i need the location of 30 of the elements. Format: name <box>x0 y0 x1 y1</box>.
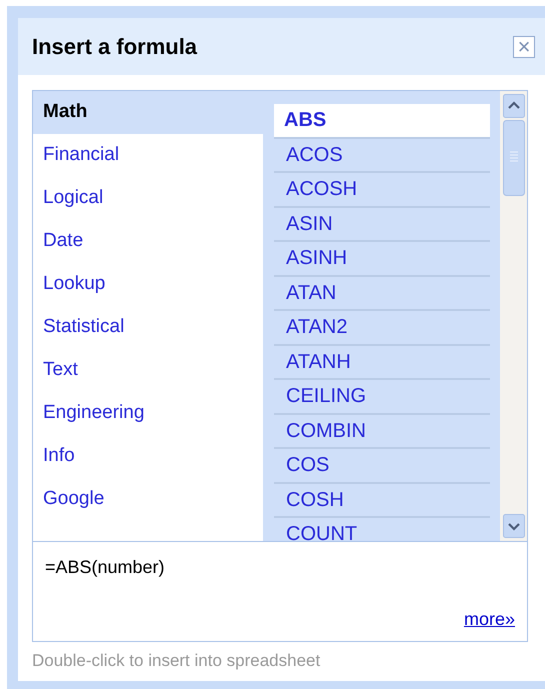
dialog-title: Insert a formula <box>32 33 198 61</box>
function-item[interactable]: CEILING <box>274 380 490 414</box>
function-item[interactable]: ACOS <box>274 138 490 173</box>
category-item[interactable]: Engineering <box>33 392 263 435</box>
category-item[interactable]: Google <box>33 478 263 521</box>
function-item[interactable]: COS <box>274 449 490 484</box>
function-item[interactable]: ACOSH <box>274 173 490 208</box>
scroll-down-button[interactable] <box>502 514 524 538</box>
function-item[interactable]: ASINH <box>274 242 490 276</box>
formula-syntax: =ABS(number) <box>45 556 166 579</box>
category-item[interactable]: Lookup <box>33 263 263 306</box>
category-item[interactable]: Math <box>33 91 263 134</box>
category-item[interactable]: Statistical <box>33 306 263 349</box>
function-item[interactable]: ATAN2 <box>274 311 490 346</box>
scrollbar[interactable] <box>500 91 527 541</box>
function-item[interactable]: ATAN <box>274 276 490 311</box>
category-item[interactable]: Financial <box>33 134 263 177</box>
hint-text: Double-click to insert into spreadsheet <box>32 650 322 672</box>
more-link[interactable]: more» <box>464 606 515 633</box>
function-item[interactable]: ASIN <box>274 208 490 242</box>
function-item[interactable]: COSH <box>274 484 490 518</box>
category-item[interactable]: Logical <box>33 177 263 220</box>
category-item[interactable]: Date <box>33 220 263 263</box>
function-item[interactable]: ATANH <box>274 346 490 380</box>
scroll-thumb[interactable] <box>502 120 524 196</box>
category-item[interactable]: Info <box>33 435 263 478</box>
category-item[interactable]: Text <box>33 349 263 392</box>
function-item[interactable]: COMBIN <box>274 414 490 449</box>
scroll-up-button[interactable] <box>502 94 524 118</box>
function-item[interactable]: ABS <box>274 104 490 138</box>
